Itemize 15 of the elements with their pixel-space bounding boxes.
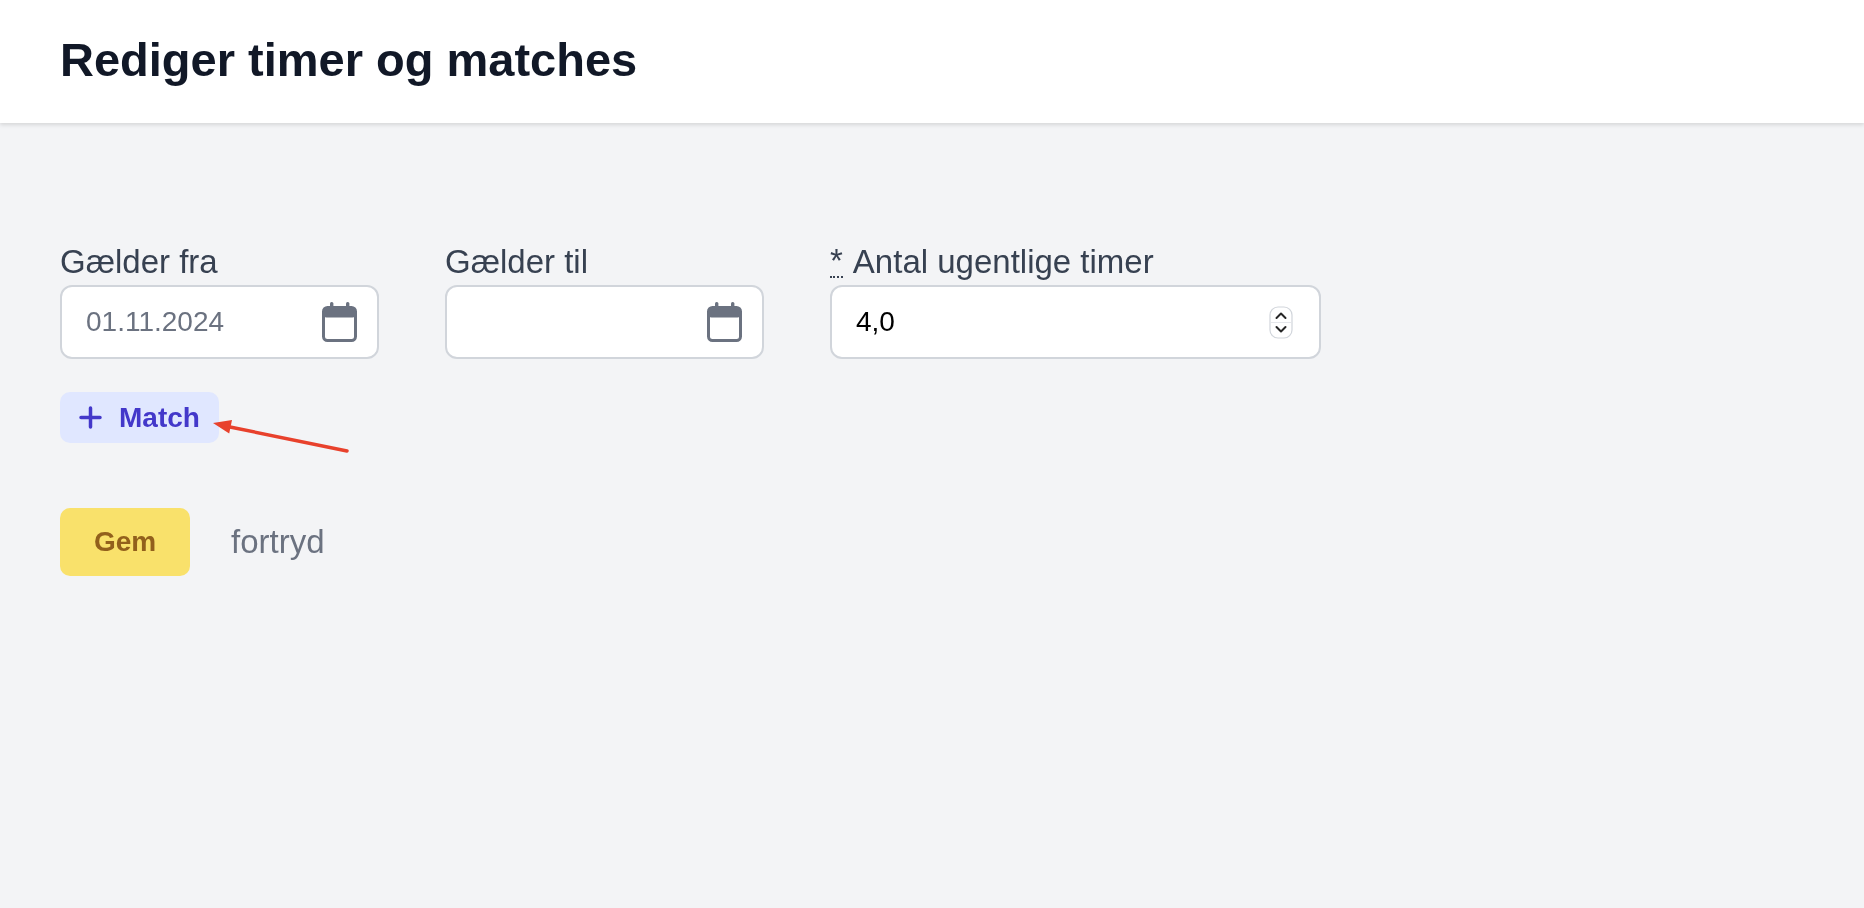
date-field[interactable]: 01.11.2024: [60, 285, 379, 359]
plus-icon: [79, 406, 102, 429]
required-mark: *: [830, 246, 843, 278]
field-label: Gælder fra: [60, 242, 218, 282]
field-label: Antal ugentlige timer: [852, 242, 1154, 282]
calendar-icon: [707, 302, 742, 342]
page-title: Rediger timer og matches: [60, 32, 638, 88]
add-match-button[interactable]: Match: [60, 392, 219, 443]
calendar-icon: [322, 302, 357, 342]
number-field[interactable]: 4,0: [830, 285, 1321, 359]
field-label: Gælder til: [445, 242, 589, 282]
save-button[interactable]: Gem: [60, 508, 190, 576]
date-field[interactable]: [445, 285, 764, 359]
cancel-link[interactable]: fortryd: [231, 522, 325, 562]
stepper-icon[interactable]: [1269, 306, 1293, 339]
